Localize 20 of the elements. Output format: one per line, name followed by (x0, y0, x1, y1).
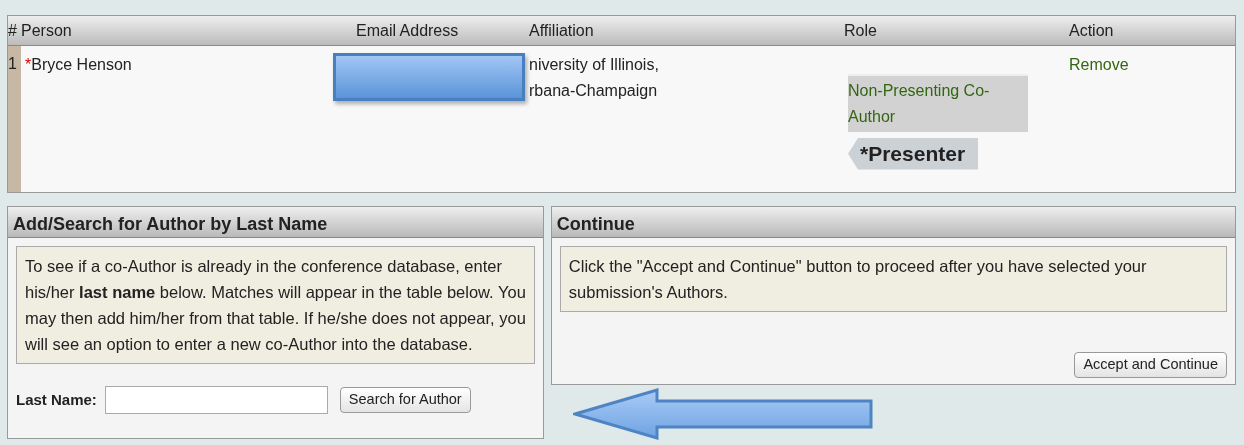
column-header: Email Address (356, 21, 459, 39)
row-number: 1 (8, 55, 17, 72)
role-option[interactable]: *Presenter (848, 138, 978, 170)
column-header: # (8, 21, 17, 39)
panel-title: Add/Search for Author by Last Name (8, 207, 543, 238)
field-label: Last Name: (16, 389, 97, 410)
affiliation-text: niversity of Illinois, rbana-Champaign (529, 55, 660, 101)
column-header: Person (21, 21, 72, 39)
info-text: Click the "Accept and Continue" button to proceed after you have selected your submission's Authors. (559, 246, 1227, 312)
accept-button[interactable]: Accept and Continue (1074, 352, 1227, 378)
remove-link[interactable]: Remove (1069, 56, 1129, 73)
column-header: Role (844, 21, 877, 39)
info-text: To see if a co-Author is already in the conference database, enter his/her last name below. Matches will appear in the table below. You may then add him/her from that table. If he/she does not appear, you will see an option to enter a new co-Author into the database. (16, 246, 535, 364)
last-name-field[interactable] (104, 386, 328, 414)
person-name: *Bryce Henson (25, 56, 132, 73)
column-header: Affiliation (529, 21, 594, 39)
panel-title: Continue (551, 207, 1235, 238)
column-header: Action (1069, 21, 1114, 39)
role-option[interactable]: Non-Presenting Co-Author (848, 74, 1028, 132)
search-button[interactable]: Search for Author (339, 387, 471, 413)
